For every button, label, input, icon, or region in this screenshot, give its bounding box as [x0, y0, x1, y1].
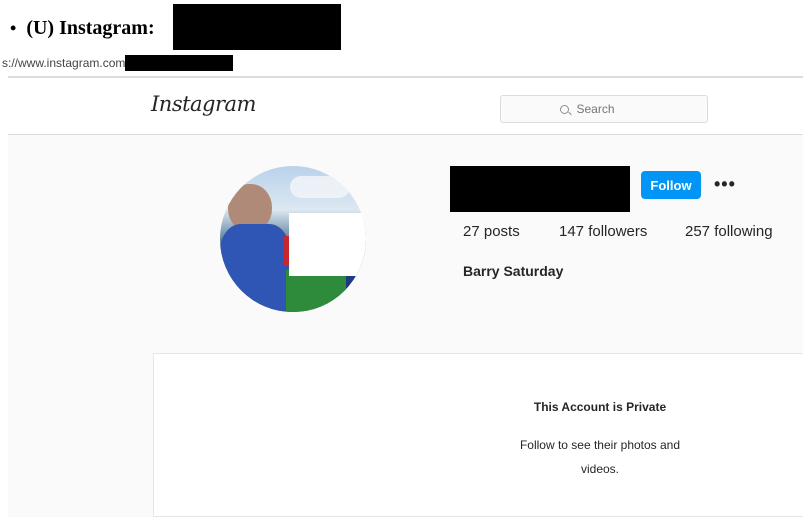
followers-count: 147 [559, 223, 585, 240]
avatar-body [220, 224, 290, 312]
search-input[interactable] [574, 101, 649, 117]
document-heading: • (U) Instagram: [10, 4, 341, 50]
stat-followers[interactable]: 147 followers [559, 223, 647, 240]
bullet-point: • [10, 17, 17, 38]
instagram-top-nav: Instagram [8, 78, 803, 135]
profile-avatar[interactable] [220, 166, 366, 312]
more-options-icon[interactable]: ••• [714, 172, 740, 196]
instagram-page-screenshot: Instagram Follow ••• 27 posts 147 follow… [8, 76, 803, 517]
private-account-panel: This Account is Private Follow to see th… [153, 353, 803, 517]
stat-following[interactable]: 257 following [685, 223, 773, 240]
username-redaction [450, 166, 630, 212]
posts-count: 27 [463, 223, 480, 240]
private-desc-line1: Follow to see their photos and [519, 438, 681, 452]
heading-redaction [173, 4, 341, 50]
heading-text: (U) Instagram: [26, 16, 155, 39]
following-count: 257 [685, 223, 711, 240]
stat-posts: 27 posts [463, 223, 520, 240]
posts-label: posts [483, 223, 520, 240]
avatar-redaction [289, 213, 366, 276]
follow-button[interactable]: Follow [641, 171, 701, 199]
profile-url[interactable]: s://www.instagram.com [2, 55, 234, 71]
url-text: s://www.instagram.com [2, 56, 126, 70]
avatar-green-detail [286, 270, 346, 312]
private-desc-line2: videos. [580, 462, 620, 476]
search-bar[interactable] [500, 95, 708, 123]
followers-label: followers [588, 223, 648, 240]
avatar-cloud [290, 176, 350, 198]
url-redaction [125, 55, 234, 71]
search-icon [559, 104, 569, 114]
following-label: following [714, 223, 773, 240]
profile-full-name: Barry Saturday [463, 263, 564, 279]
private-title: This Account is Private [533, 400, 667, 414]
instagram-logo[interactable]: Instagram [151, 92, 256, 116]
private-description: Follow to see their photos and videos. [154, 433, 803, 481]
